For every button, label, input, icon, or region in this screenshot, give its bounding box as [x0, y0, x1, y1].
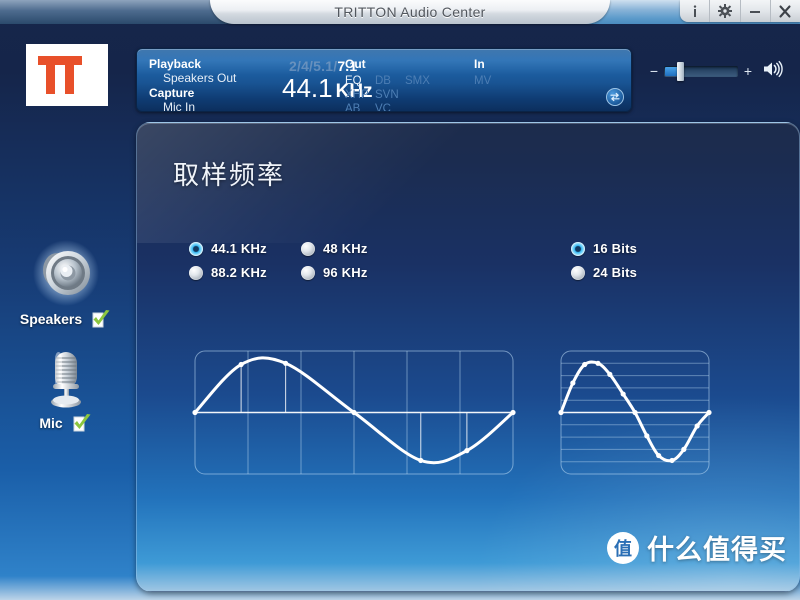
volume-decrease-button[interactable]: −: [648, 64, 660, 78]
window-controls: [680, 0, 800, 22]
sidebar-item-label-mic: Mic: [39, 415, 63, 431]
radio-dot: [189, 265, 203, 280]
playback-label: Playback: [149, 57, 202, 71]
radio-dot: [189, 241, 203, 256]
volume-slider[interactable]: [664, 61, 738, 81]
sample-rate-value: 44.1: [282, 73, 333, 103]
sidebar-item-label-speakers: Speakers: [19, 311, 83, 327]
volume-speaker-icon[interactable]: [762, 60, 784, 83]
tritton-logo: [26, 44, 108, 106]
radio-label: 44.1 KHz: [211, 241, 267, 256]
content-panel: 取样频率 44.1 KHz 48 KHz 88.2 KHz 96 KHz 16 …: [136, 122, 800, 592]
radio-label: 16 Bits: [593, 241, 638, 256]
settings-options: 44.1 KHz 48 KHz 88.2 KHz 96 KHz 16 Bits: [189, 241, 769, 287]
watermark-badge: 值: [607, 531, 639, 564]
capture-label: Capture: [149, 86, 195, 100]
out-flag-svn: SVN: [375, 89, 399, 101]
radio-dot: [301, 265, 315, 280]
minimize-button[interactable]: [739, 0, 770, 22]
bit-depth-waveform-chart: [555, 345, 715, 485]
out-label: Out: [345, 57, 366, 71]
microphone-icon[interactable]: [0, 344, 132, 412]
sidebar-item-mic[interactable]: Mic: [0, 344, 132, 434]
out-flag-db: DB: [375, 75, 391, 87]
in-flag-list: MV: [474, 73, 504, 87]
speakers-enabled-check-icon[interactable]: [90, 308, 112, 330]
mic-enabled-check-icon[interactable]: [71, 412, 93, 434]
settings-gear-button[interactable]: [709, 0, 739, 22]
info-button[interactable]: [680, 0, 709, 22]
out-flag-eq: EQ: [345, 75, 362, 87]
mic-row[interactable]: Mic: [39, 412, 92, 434]
radio-dot: [301, 241, 315, 256]
out-flags-column: Out EQ DB SMX XHP SVN AB VC: [345, 57, 435, 112]
radio-grid: 44.1 KHz 48 KHz 88.2 KHz 96 KHz 16 Bits: [189, 241, 769, 287]
close-button[interactable]: [769, 0, 800, 22]
page-title: 取样频率: [173, 161, 286, 191]
application-window: TRITTON Audio Center Playback Speakers O…: [0, 0, 800, 600]
sample-rate-waveform-chart: [189, 345, 519, 485]
radio-sample-rate-44[interactable]: 44.1 KHz: [189, 241, 267, 256]
window-title: TRITTON Audio Center: [334, 4, 486, 20]
capture-device: Mic In: [163, 100, 196, 112]
out-flag-smx: SMX: [405, 75, 430, 87]
radio-dot: [571, 241, 585, 256]
radio-label: 96 KHz: [323, 265, 368, 280]
tritton-logo-icon: [38, 56, 82, 94]
volume-increase-button[interactable]: +: [742, 64, 754, 78]
volume-slider-handle[interactable]: [677, 61, 685, 81]
out-flag-list: EQ DB SMX XHP SVN AB VC: [345, 73, 435, 112]
radio-sample-rate-882[interactable]: 88.2 KHz: [189, 265, 267, 280]
volume-control[interactable]: − +: [648, 58, 788, 84]
sidebar-item-speakers[interactable]: Speakers: [0, 240, 132, 330]
out-flag-ab: AB: [345, 103, 361, 112]
device-sidebar: Speakers Mic: [0, 240, 132, 448]
status-display-panel: Playback Speakers Out Capture Mic In 2/4…: [136, 48, 632, 112]
swap-icon[interactable]: [606, 88, 624, 106]
radio-label: 48 KHz: [323, 241, 368, 256]
io-status-column: Playback Speakers Out Capture Mic In: [149, 57, 237, 112]
radio-label: 24 Bits: [593, 265, 638, 280]
radio-dot: [571, 265, 585, 280]
speakers-row[interactable]: Speakers: [20, 308, 112, 330]
in-flag-mv: MV: [474, 75, 492, 87]
speaker-icon[interactable]: [0, 240, 132, 308]
title-bar-center[interactable]: TRITTON Audio Center: [210, 0, 610, 24]
playback-device: Speakers Out: [163, 71, 237, 85]
out-flag-xhp: XHP: [345, 89, 369, 101]
watermark-text: 什么值得买: [647, 535, 787, 566]
out-flag-vc: VC: [375, 103, 391, 112]
in-flags-column: In MV: [474, 57, 504, 87]
radio-sample-rate-48[interactable]: 48 KHz: [301, 241, 368, 256]
radio-label: 88.2 KHz: [211, 265, 267, 280]
site-watermark: 值 什么值得买: [607, 528, 787, 567]
radio-bit-depth-16[interactable]: 16 Bits: [571, 241, 637, 256]
radio-sample-rate-96[interactable]: 96 KHz: [301, 265, 368, 280]
radio-bit-depth-24[interactable]: 24 Bits: [571, 265, 637, 280]
title-bar: TRITTON Audio Center: [0, 0, 800, 24]
channel-inactive: 2/4/5.1/: [289, 58, 338, 74]
in-label: In: [474, 57, 485, 71]
